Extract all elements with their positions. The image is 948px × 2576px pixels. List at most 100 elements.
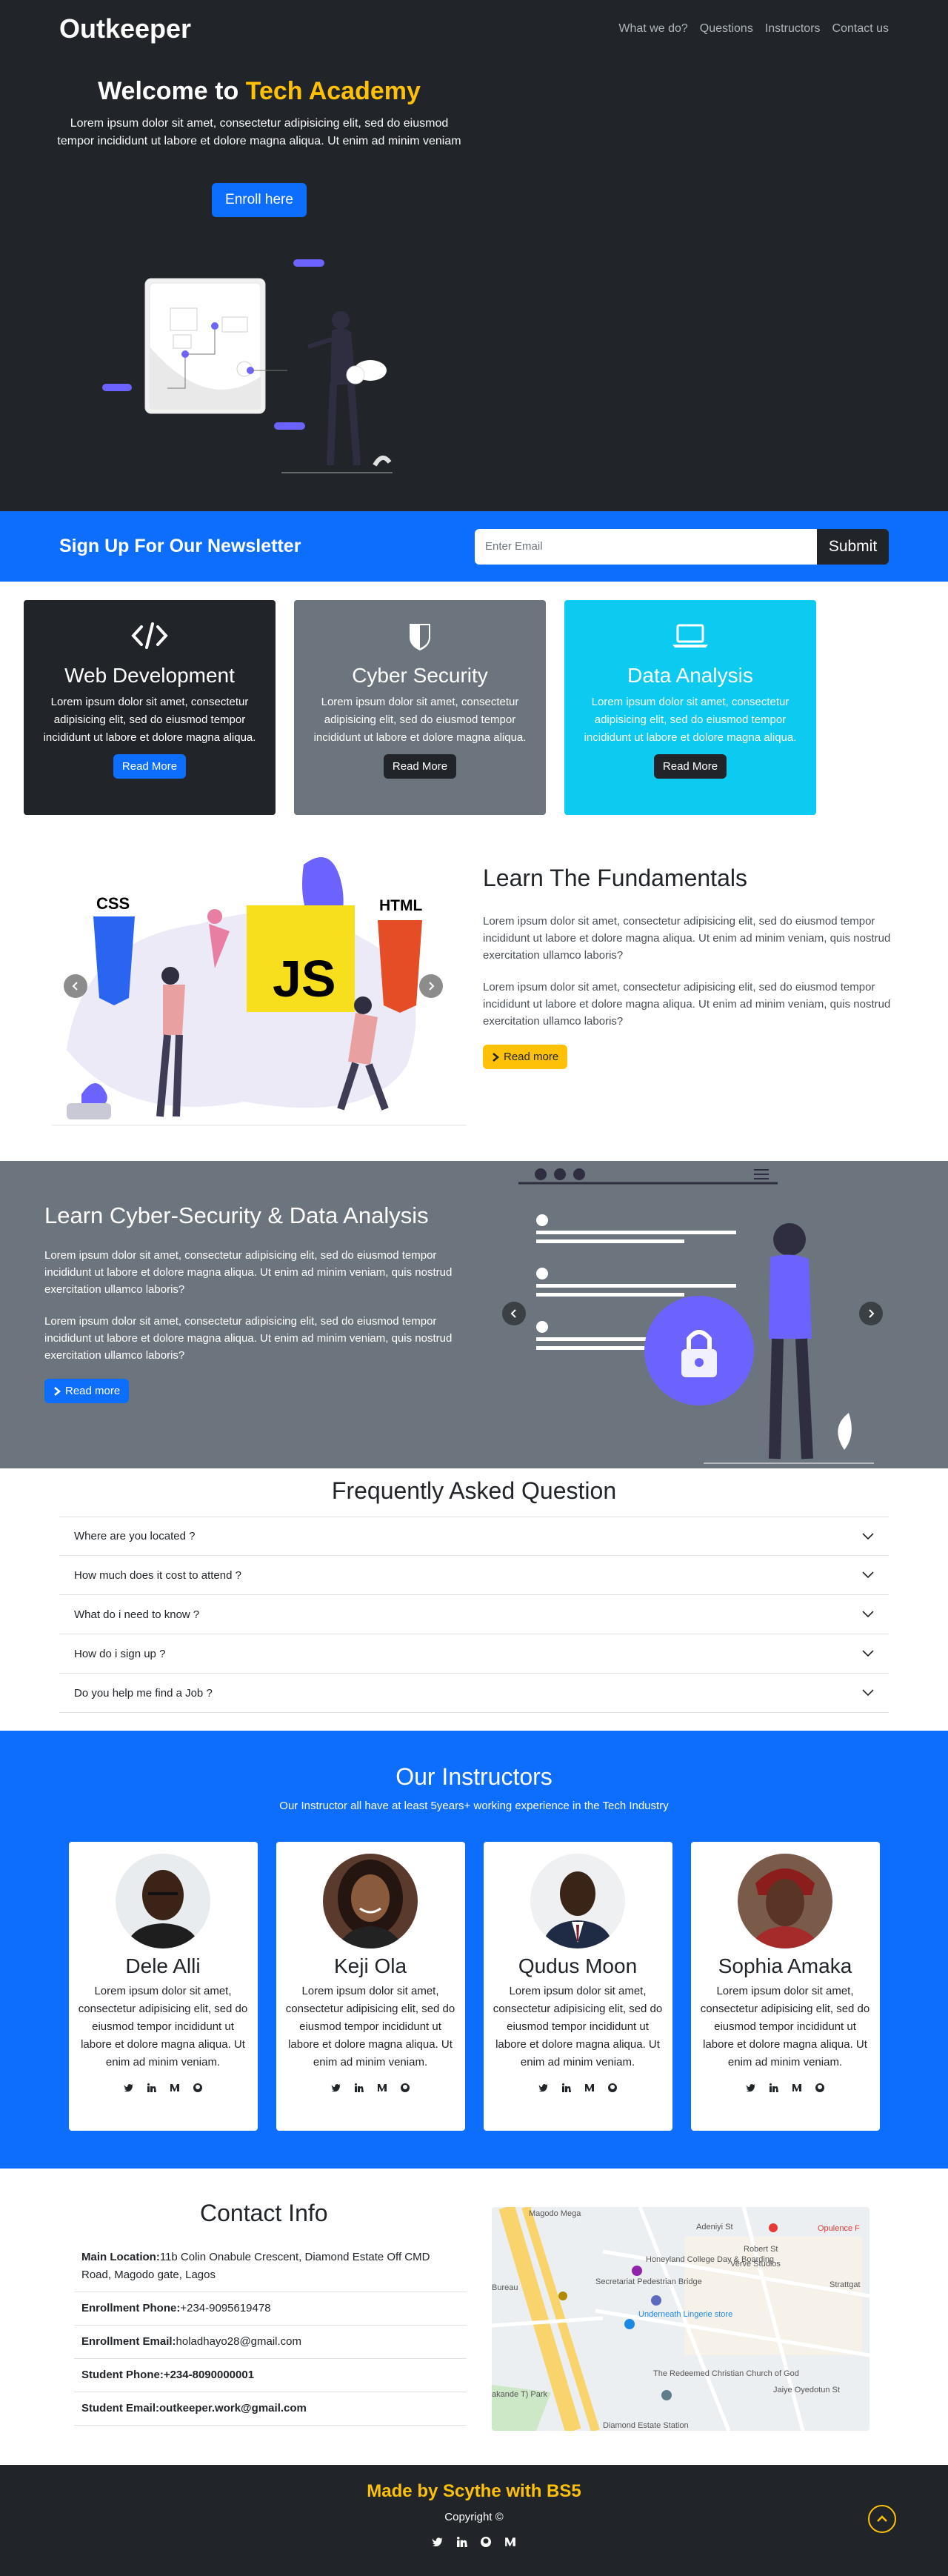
instructor-bio: Lorem ipsum dolor sit amet, consectetur … <box>285 1985 455 2069</box>
faq-item[interactable]: Where are you located ? <box>59 1517 889 1556</box>
map-label: Jaiye Oyedotun St <box>773 2386 840 2394</box>
avatar <box>530 1854 625 1948</box>
faq-item[interactable]: How much does it cost to attend ? <box>59 1556 889 1595</box>
medium-icon[interactable] <box>504 2537 516 2547</box>
service-card-web: Web Development Lorem ipsum dolor sit am… <box>24 600 276 815</box>
cyber-paragraph: Lorem ipsum dolor sit amet, consectetur … <box>44 1315 453 1362</box>
faq-item[interactable]: Do you help me find a Job ? <box>59 1674 889 1713</box>
navbar: Outkeeper What we do? Questions Instruct… <box>59 0 889 58</box>
linkedin-icon[interactable] <box>355 2083 364 2092</box>
faq-title: Frequently Asked Question <box>331 1477 617 1504</box>
contact-list: Main Location:11b Colin Onabule Crescent… <box>74 2241 467 2426</box>
medium-icon[interactable] <box>792 2083 802 2092</box>
instructor-name: Keji Ola <box>333 1954 407 1977</box>
chevron-right-icon <box>869 1309 875 1318</box>
read-more-label: Read more <box>65 1385 121 1397</box>
linkedin-icon[interactable] <box>147 2083 156 2092</box>
cyber-read-more-button[interactable]: Read more <box>44 1379 130 1403</box>
instructor-bio: Lorem ipsum dolor sit amet, consectetur … <box>78 1985 248 2069</box>
footer: Made by Scythe with BS5 Copyright © <box>0 2465 948 2576</box>
twitter-icon[interactable] <box>124 2083 134 2092</box>
instructor-card: Qudus Moon Lorem ipsum dolor sit amet, c… <box>483 1842 672 2131</box>
faq-section: Frequently Asked Question Where are you … <box>0 1468 948 1731</box>
linkedin-icon[interactable] <box>770 2083 778 2092</box>
fundamentals-text: Learn The Fundamentals Lorem ipsum dolor… <box>483 865 905 1069</box>
medium-icon[interactable] <box>584 2083 595 2092</box>
carousel-prev-button[interactable] <box>64 974 87 998</box>
medium-icon[interactable] <box>170 2083 180 2092</box>
submit-button[interactable]: Submit <box>817 528 889 565</box>
enroll-button[interactable]: Enroll here <box>212 183 307 217</box>
faq-question: How do i sign up ? <box>74 1647 166 1660</box>
contact-label: Student Email: <box>81 2402 160 2414</box>
nav-link-contact[interactable]: Contact us <box>832 22 889 36</box>
fundamentals-read-more-button[interactable]: Read more <box>483 1045 568 1069</box>
map-label: Secretariat Pedestrian Bridge <box>595 2277 702 2286</box>
map-label: Opulence F <box>818 2224 860 2233</box>
github-icon[interactable] <box>815 2083 824 2092</box>
faq-item[interactable]: How do i sign up ? <box>59 1634 889 1674</box>
map-label: Magodo Mega <box>529 2209 581 2218</box>
faq-item[interactable]: What do i need to know ? <box>59 1595 889 1634</box>
carousel-prev-button[interactable] <box>502 1302 526 1325</box>
cyber-title: Learn Cyber-Security & Data Analysis <box>44 1202 429 1228</box>
github-icon[interactable] <box>193 2083 202 2092</box>
read-more-button[interactable]: Read More <box>113 754 187 779</box>
back-to-top-button[interactable] <box>868 2505 896 2533</box>
hero-description: Lorem ipsum dolor sit amet, consectetur … <box>57 117 461 147</box>
contact-value[interactable]: outkeeper.work@gmail.com <box>159 2402 307 2414</box>
linkedin-icon[interactable] <box>562 2083 571 2092</box>
map-label: Bureau <box>492 2283 518 2292</box>
instructor-card: Dele Alli Lorem ipsum dolor sit amet, co… <box>68 1842 258 2131</box>
instructors-section: Our Instructors Our Instructor all have … <box>0 1731 948 2169</box>
laptop-icon <box>582 621 798 655</box>
cyber-section: Learn Cyber-Security & Data Analysis Lor… <box>0 1161 948 1468</box>
instructor-bio: Lorem ipsum dolor sit amet, consectetur … <box>700 1985 870 2069</box>
avatar <box>116 1854 210 1948</box>
email-input[interactable]: Enter Email <box>475 528 817 565</box>
chevron-left-icon <box>72 982 78 991</box>
contact-value[interactable]: +234-9095619478 <box>180 2302 270 2314</box>
hero-section: Outkeeper What we do? Questions Instruct… <box>0 0 948 511</box>
brand-logo[interactable]: Outkeeper <box>59 13 191 44</box>
carousel-next-button[interactable] <box>859 1302 883 1325</box>
chevron-down-icon <box>862 1571 874 1579</box>
github-icon[interactable] <box>481 2537 491 2547</box>
twitter-icon[interactable] <box>538 2083 549 2092</box>
nav-link-instructors[interactable]: Instructors <box>765 22 821 36</box>
service-card-data: Data Analysis Lorem ipsum dolor sit amet… <box>564 600 816 815</box>
instructors-subtitle: Our Instructor all have at least 5years+… <box>279 1800 669 1812</box>
cyber-illustration <box>518 1161 874 1472</box>
cyber-text: Learn Cyber-Security & Data Analysis Lor… <box>44 1202 467 1403</box>
chevron-down-icon <box>862 1689 874 1697</box>
map-label: The Redeemed Christian Church of God <box>653 2369 799 2378</box>
read-more-button[interactable]: Read More <box>653 754 727 779</box>
chevron-right-icon <box>493 1052 499 1062</box>
nav-link-questions[interactable]: Questions <box>700 22 753 36</box>
github-icon[interactable] <box>401 2083 410 2092</box>
service-title: Cyber Security <box>352 664 488 687</box>
carousel-next-button[interactable] <box>419 974 443 998</box>
instructor-name: Qudus Moon <box>518 1954 638 1977</box>
twitter-icon[interactable] <box>746 2083 756 2092</box>
footer-social-links <box>0 2537 948 2547</box>
faq-question: What do i need to know ? <box>74 1608 200 1621</box>
twitter-icon[interactable] <box>331 2083 341 2092</box>
avatar <box>738 1854 832 1948</box>
location-map[interactable]: Magodo Mega Honeyland College Day & Boar… <box>492 2207 869 2431</box>
nav-link-what-we-do[interactable]: What we do? <box>618 22 687 36</box>
twitter-icon[interactable] <box>432 2537 444 2547</box>
social-links <box>484 2083 672 2092</box>
contact-value[interactable]: holadhayo28@gmail.com <box>176 2335 302 2348</box>
contact-value[interactable]: +234-8090000001 <box>164 2369 254 2381</box>
medium-icon[interactable] <box>377 2083 387 2092</box>
code-icon <box>41 621 258 655</box>
contact-label: Enrollment Email: <box>81 2335 176 2348</box>
contact-enrollment-email: Enrollment Email:holadhayo28@gmail.com <box>74 2326 467 2359</box>
github-icon[interactable] <box>608 2083 617 2092</box>
newsletter-title: Sign Up For Our Newsletter <box>59 536 301 556</box>
fundamentals-title: Learn The Fundamentals <box>483 865 747 891</box>
linkedin-icon[interactable] <box>457 2537 467 2547</box>
avatar <box>323 1854 418 1948</box>
read-more-button[interactable]: Read More <box>383 754 457 779</box>
